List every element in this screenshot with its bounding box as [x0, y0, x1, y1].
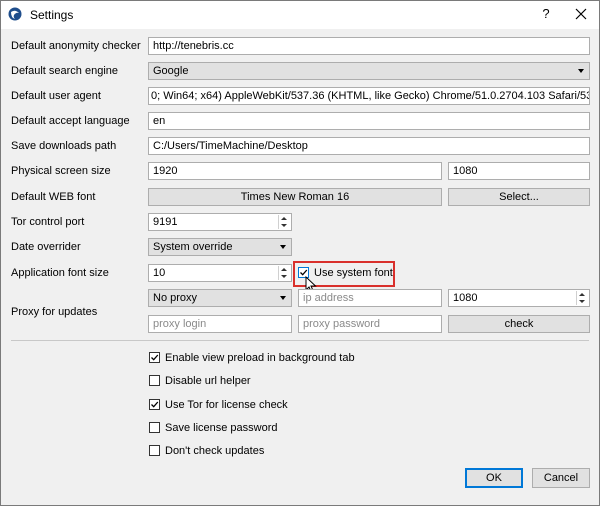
proxy-port-value: 1080: [453, 292, 478, 304]
spin-up-icon[interactable]: [579, 293, 585, 296]
checkbox-box[interactable]: [149, 399, 160, 410]
downloads-path-input[interactable]: C:/Users/TimeMachine/Desktop: [148, 137, 590, 155]
spin-up-icon[interactable]: [281, 217, 287, 220]
user-agent-label: Default user agent: [11, 90, 101, 102]
downloads-path-label: Save downloads path: [11, 140, 117, 152]
search-engine-label: Default search engine: [11, 65, 119, 77]
checkbox-box[interactable]: [149, 352, 160, 363]
app-font-size-value: 10: [153, 267, 166, 279]
tor-port-stepper[interactable]: [278, 215, 290, 229]
anonymity-checker-input[interactable]: http://tenebris.cc: [148, 37, 590, 55]
option-label: Enable view preload in background tab: [165, 352, 355, 364]
proxy-label: Proxy for updates: [11, 306, 98, 318]
select-font-button[interactable]: Select...: [448, 188, 590, 206]
title-bar: Settings ?: [1, 1, 599, 29]
checkmark-icon: [151, 401, 159, 408]
ok-button[interactable]: OK: [465, 468, 523, 488]
app-font-size-spinbox[interactable]: 10: [148, 264, 292, 282]
chevron-down-icon: [280, 296, 286, 300]
date-overrider-select[interactable]: System override: [148, 238, 292, 256]
separator: [11, 340, 589, 341]
tor-port-label: Tor control port: [11, 216, 85, 228]
window-title: Settings: [30, 8, 74, 22]
user-agent-input[interactable]: 0; Win64; x64) AppleWebKit/537.36 (KHTML…: [148, 87, 590, 105]
app-font-size-stepper[interactable]: [278, 266, 290, 280]
proxy-login-input[interactable]: proxy login: [148, 315, 292, 333]
proxy-password-placeholder: proxy password: [303, 318, 381, 330]
settings-dialog: Settings ? Default anonymity checker htt…: [0, 0, 600, 506]
app-font-size-label: Application font size: [11, 267, 109, 279]
checkbox-box[interactable]: [149, 445, 160, 456]
option-label: Use Tor for license check: [165, 399, 288, 411]
checkmark-icon: [151, 354, 159, 361]
accept-language-input[interactable]: en: [148, 112, 590, 130]
proxy-port-stepper[interactable]: [576, 291, 588, 305]
spin-down-icon[interactable]: [579, 300, 585, 303]
proxy-ip-input[interactable]: ip address: [298, 289, 442, 307]
screen-height-input[interactable]: 1080: [448, 162, 590, 180]
chevron-down-icon: [280, 245, 286, 249]
checkbox-box[interactable]: [149, 375, 160, 386]
help-button[interactable]: ?: [538, 4, 554, 24]
app-logo-icon: [8, 7, 22, 21]
date-overrider-value: System override: [153, 241, 233, 253]
search-engine-select[interactable]: Google: [148, 62, 590, 80]
cancel-button[interactable]: Cancel: [532, 468, 590, 488]
date-overrider-label: Date overrider: [11, 241, 81, 253]
search-engine-value: Google: [153, 65, 189, 77]
option-label: Don't check updates: [165, 445, 265, 457]
anonymity-checker-label: Default anonymity checker: [11, 40, 141, 52]
spin-up-icon[interactable]: [281, 268, 287, 271]
tor-port-value: 9191: [153, 216, 178, 228]
chevron-down-icon: [578, 69, 584, 73]
option-label: Disable url helper: [165, 375, 251, 387]
proxy-login-placeholder: proxy login: [153, 318, 207, 330]
proxy-type-value: No proxy: [153, 292, 198, 304]
screen-size-label: Physical screen size: [11, 165, 111, 177]
tor-port-spinbox[interactable]: 9191: [148, 213, 292, 231]
proxy-type-select[interactable]: No proxy: [148, 289, 292, 307]
web-font-label: Default WEB font: [11, 191, 96, 203]
accept-language-label: Default accept language: [11, 115, 130, 127]
close-icon[interactable]: [571, 4, 591, 24]
spin-down-icon[interactable]: [281, 275, 287, 278]
checkbox-box[interactable]: [149, 422, 160, 433]
proxy-port-spinbox[interactable]: 1080: [448, 289, 590, 307]
proxy-password-input[interactable]: proxy password: [298, 315, 442, 333]
web-font-button[interactable]: Times New Roman 16: [148, 188, 442, 206]
proxy-check-button[interactable]: check: [448, 315, 590, 333]
option-label: Save license password: [165, 422, 278, 434]
screen-width-input[interactable]: 1920: [148, 162, 442, 180]
spin-down-icon[interactable]: [281, 224, 287, 227]
proxy-ip-placeholder: ip address: [303, 292, 354, 304]
